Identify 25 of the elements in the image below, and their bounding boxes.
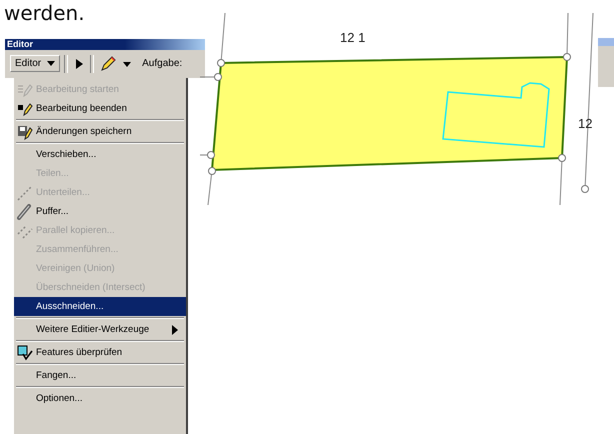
body-text: werden. [3,0,85,27]
menu-item[interactable]: Fangen... [14,366,186,385]
map-label: 12 1 [340,30,366,45]
menu-item[interactable]: Optionen... [14,389,186,408]
task-label: Aufgabe: [142,58,182,69]
menu-item[interactable]: Änderungen speichern [14,122,186,141]
editor-menu-button[interactable]: Editor [10,55,60,72]
menu-item[interactable]: Features überprüfen [14,343,186,362]
window-edge [598,38,614,87]
caret-icon [47,60,56,66]
window-title: Editor [5,39,205,50]
disk-pencil-icon [17,124,33,140]
pencil-icon[interactable] [98,54,118,74]
check-icon [17,344,33,360]
pencil-icon [17,100,33,116]
menu-item[interactable]: Puffer... [14,202,186,221]
menu-item[interactable]: Verschieben... [14,145,186,164]
menu-item[interactable]: Ausschneiden... [14,297,186,316]
map-label: 12 [578,116,592,131]
menu-item[interactable]: Weitere Editier-Werkzeuge [14,320,186,339]
submenu-arrow-icon [172,324,178,334]
dotted-line-icon [17,184,33,200]
menu-item[interactable]: Bearbeitung beenden [14,99,186,118]
pen-icon [17,204,33,220]
pencil-icon [17,82,33,98]
